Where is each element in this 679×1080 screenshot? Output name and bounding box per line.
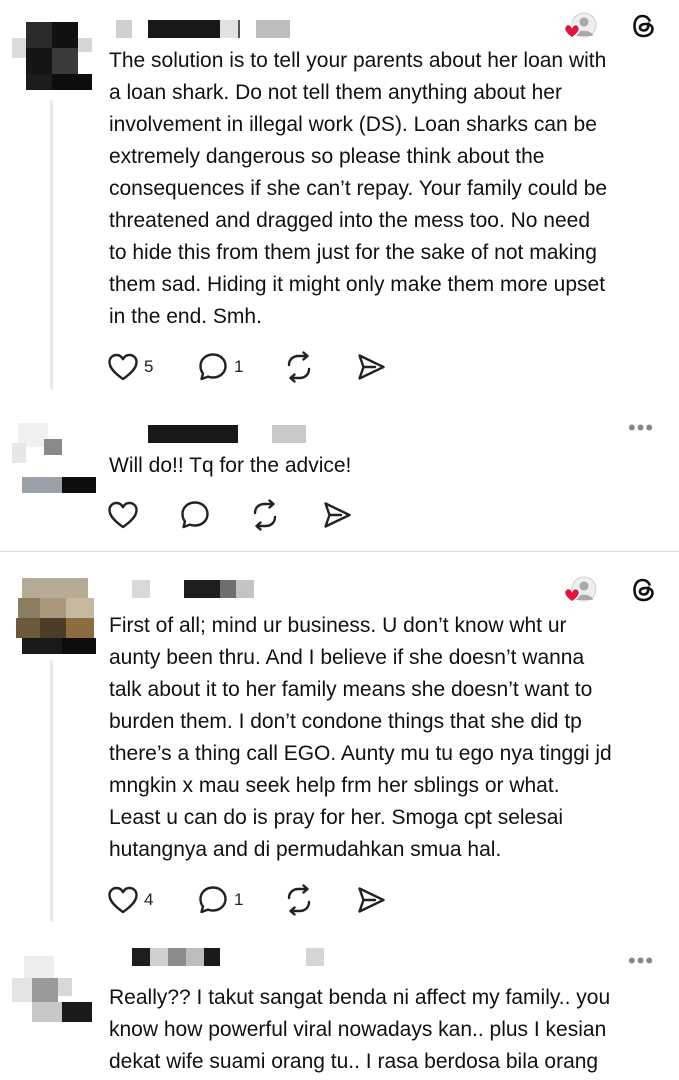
liked-by-author-icon (562, 12, 598, 40)
comment-text: The solution is to tell your parents abo… (109, 49, 608, 328)
like-count: 5 (144, 357, 154, 376)
comment-post-1: The solution is to tell your parents abo… (0, 0, 679, 405)
avatar[interactable] (12, 423, 96, 499)
comment-post-3: First of all; mind ur business. U don’t … (0, 560, 679, 940)
liked-by-author-icon (562, 576, 598, 604)
avatar[interactable] (12, 956, 96, 1032)
repost-button[interactable] (283, 882, 315, 918)
heart-outline-icon (108, 886, 138, 914)
share-button[interactable] (355, 349, 387, 385)
reply-count: 1 (234, 890, 244, 909)
thread-line (50, 100, 53, 390)
heart-outline-icon (108, 353, 138, 381)
comment-text: First of all; mind ur business. U don’t … (109, 614, 612, 861)
speech-bubble-icon (181, 501, 209, 529)
like-button[interactable]: 5 (107, 349, 153, 385)
repost-button[interactable] (283, 349, 315, 385)
more-options-button[interactable]: ••• (628, 950, 654, 972)
reply-button[interactable]: 1 (197, 882, 243, 918)
repost-arrows-icon (253, 499, 277, 531)
reply-button[interactable] (179, 497, 211, 533)
repost-arrows-icon (287, 351, 311, 383)
speech-bubble-icon (199, 886, 227, 914)
speech-bubble-icon (199, 353, 227, 381)
threads-logo-icon[interactable] (631, 576, 657, 604)
like-button[interactable]: 4 (107, 882, 153, 918)
more-options-button[interactable]: ••• (628, 417, 654, 439)
repost-arrows-icon (287, 884, 311, 916)
heart-outline-icon (108, 501, 138, 529)
reply-count: 1 (234, 357, 244, 376)
like-button[interactable] (107, 497, 139, 533)
comment-post-4: ••• Really?? I takut sangat benda ni aff… (0, 940, 679, 1080)
threads-logo-icon[interactable] (631, 12, 657, 40)
avatar[interactable] (12, 578, 96, 654)
repost-button[interactable] (249, 497, 281, 533)
share-button[interactable] (321, 497, 353, 533)
comment-text: Will do!! Tq for the advice! (109, 454, 352, 477)
thread-divider (0, 551, 679, 552)
share-button[interactable] (355, 882, 387, 918)
send-arrow-icon (358, 354, 385, 380)
avatar[interactable] (12, 14, 96, 90)
reply-button[interactable]: 1 (197, 349, 243, 385)
send-arrow-icon (324, 502, 351, 528)
like-count: 4 (144, 890, 154, 909)
comment-post-2: ••• Will do!! Tq for the advice! (0, 405, 679, 550)
thread-line (50, 660, 53, 922)
send-arrow-icon (358, 887, 385, 913)
comment-text: Really?? I takut sangat benda ni affect … (109, 986, 611, 1073)
